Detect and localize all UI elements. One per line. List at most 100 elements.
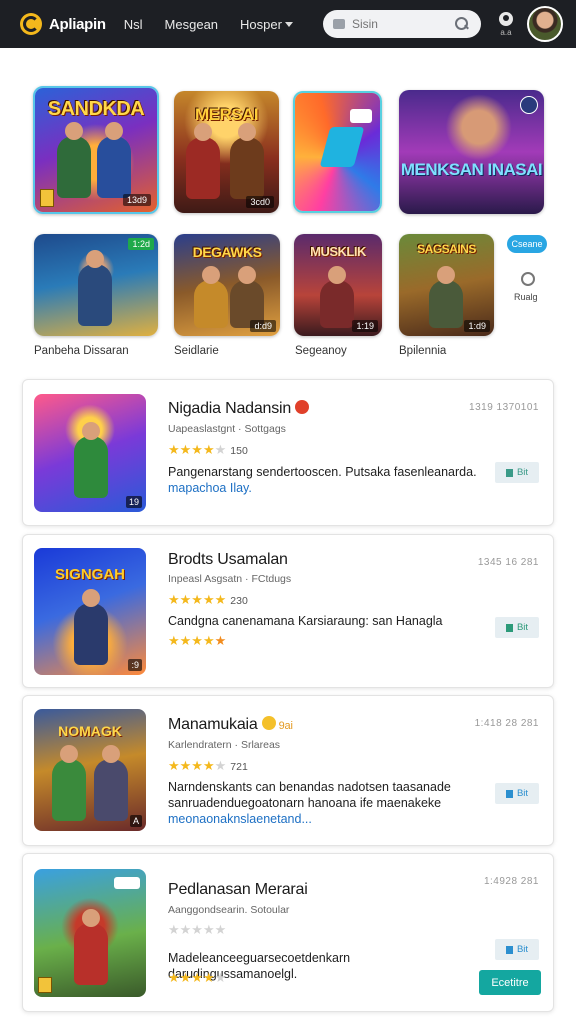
nav-item-2[interactable]: Mesgean xyxy=(165,17,218,32)
game-thumbnail[interactable] xyxy=(34,869,146,997)
thumbnail-title: SIGNGAH xyxy=(54,566,125,583)
search-box[interactable] xyxy=(322,10,481,38)
nav-item-3-dropdown[interactable]: Hosper xyxy=(240,17,293,32)
search-icon[interactable] xyxy=(454,17,469,31)
thumbnail-corner-label: 19 xyxy=(125,496,142,508)
read-more-link[interactable]: mapachoa Ilay. xyxy=(168,481,252,495)
card-date: 1:4928 281 xyxy=(483,876,539,887)
card-title: Manamukaia 9ai xyxy=(168,716,293,733)
user-label: a.a xyxy=(500,27,512,37)
search-category-icon xyxy=(332,19,345,29)
card-description: Candgna canenamana Karsiaraung: san Hana… xyxy=(168,614,443,628)
thumbnail-corner-label: :9 xyxy=(128,659,142,671)
settings-icon[interactable] xyxy=(521,272,535,286)
game-thumbnail[interactable]: 19 xyxy=(34,394,146,512)
install-button[interactable]: Bit xyxy=(495,462,539,483)
list-item[interactable]: SIGNGAH :9 Brodts Usamalan Inpeasl Asgsa… xyxy=(22,534,554,688)
tile-title: SAGSAINS xyxy=(417,242,476,256)
featured-caption-4[interactable]: Bpilennia xyxy=(399,345,446,357)
featured-tile-6[interactable]: DEGAWKS d:d9 xyxy=(174,234,280,336)
install-button[interactable]: Bit xyxy=(495,783,539,804)
hero-figure xyxy=(194,266,228,328)
speech-bubble-icon xyxy=(114,877,140,889)
featured-tile-4[interactable]: MENKSAN INASAI xyxy=(399,90,544,214)
tile-title: MENKSAN INASAI xyxy=(400,160,543,179)
hero-figure xyxy=(78,250,112,326)
side-label: Rualg xyxy=(514,292,538,302)
star-rating: ★★★★★ 230 xyxy=(168,592,248,607)
card-title: Nigadia Nadansin xyxy=(168,400,310,418)
star-rating: ★★★★★ 150 xyxy=(168,442,248,457)
hero-figure xyxy=(429,266,463,328)
tile-title: MUSKLIK xyxy=(310,244,366,259)
list-item[interactable]: NOMAGK A Manamukaia 9ai Karlendratern · S… xyxy=(22,695,554,846)
thumbnail-title: NOMAGK xyxy=(58,723,122,739)
featured-tile-2[interactable]: MERSAI 3cd0 xyxy=(174,91,279,213)
app-name: Apliapin xyxy=(49,15,106,33)
hero-figure xyxy=(186,123,220,199)
featured-tile-7[interactable]: MUSKLIK 1:19 xyxy=(294,234,382,336)
download-icon xyxy=(505,945,513,954)
avatar[interactable] xyxy=(526,6,563,42)
app-logo[interactable]: Apliapin xyxy=(20,13,106,35)
age-rating-badge xyxy=(38,977,52,993)
hero-figure xyxy=(230,123,264,199)
install-button[interactable]: Bit xyxy=(495,939,539,960)
user-icon xyxy=(498,11,513,26)
list-item[interactable]: Pedlanasan Merarai Aanggondsearin. Sotou… xyxy=(22,853,554,1012)
card-title: Pedlanasan Merarai xyxy=(168,881,308,898)
speech-bubble-icon xyxy=(350,109,372,123)
featured-caption-3[interactable]: Segeanoy xyxy=(295,345,347,357)
nav-item-1[interactable]: Nsl xyxy=(124,17,143,32)
card-description: Narndenskants can benandas nadotsen taas… xyxy=(168,780,451,826)
download-icon xyxy=(505,789,513,798)
card-description: Pangenarstang sendertooscen. Putsaka fas… xyxy=(168,465,477,495)
primary-action-button[interactable]: Ecetitre xyxy=(479,970,541,995)
install-button[interactable]: Bit xyxy=(495,617,539,638)
hero-figure xyxy=(52,745,86,821)
featured-caption-1[interactable]: Panbeha Dissaran xyxy=(34,345,129,357)
tile-title: MERSAI xyxy=(194,105,259,124)
hero-figure xyxy=(57,122,91,198)
rating-count: 150 xyxy=(230,445,248,457)
game-thumbnail[interactable]: SIGNGAH :9 xyxy=(34,548,146,675)
hero-figure xyxy=(94,745,128,821)
featured-tile-1[interactable]: SANDKDA 13d9 xyxy=(33,86,159,214)
featured-tile-8[interactable]: SAGSAINS 1:d9 xyxy=(399,234,494,336)
search-input[interactable] xyxy=(351,17,448,31)
list-item[interactable]: 19 Nigadia Nadansin Uapeaslastgnt · Sott… xyxy=(22,379,554,526)
nav-item-3-label: Hosper xyxy=(240,16,282,32)
tile-corner-label: 3cd0 xyxy=(246,196,274,208)
tile-corner-label: 1:d9 xyxy=(464,320,490,332)
emoji-icon xyxy=(261,716,276,730)
card-subtitle: Uapeaslastgnt · Sottgags xyxy=(168,423,286,435)
download-icon xyxy=(505,468,513,477)
chevron-down-icon xyxy=(284,21,293,27)
see-all-button[interactable]: Cseane xyxy=(507,235,547,253)
read-more-link[interactable]: meonaonaknslaenetand... xyxy=(168,812,312,826)
card-date: 1345 16 281 xyxy=(477,557,539,568)
download-icon xyxy=(505,623,513,632)
star-rating-empty: ★★★★★ xyxy=(168,922,227,937)
tile-corner-label: 1:2d xyxy=(128,238,154,250)
star-rating: ★★★★★ xyxy=(168,970,227,985)
rating-count: 230 xyxy=(230,595,248,607)
user-menu[interactable]: a.a xyxy=(498,11,513,37)
featured-tile-3[interactable] xyxy=(293,91,382,213)
logo-icon xyxy=(20,13,42,35)
hero-figure xyxy=(74,909,108,985)
top-bar: Apliapin Nsl Mesgean Hosper a.a xyxy=(0,0,576,48)
card-title: Brodts Usamalan xyxy=(168,551,288,568)
age-rating-badge xyxy=(40,189,54,207)
tile-corner-label: d:d9 xyxy=(250,320,276,332)
rating-count: 721 xyxy=(230,761,248,773)
game-thumbnail[interactable]: NOMAGK A xyxy=(34,709,146,831)
card-date: 1:418 28 281 xyxy=(474,718,539,729)
hero-figure xyxy=(97,122,131,198)
tile-corner-label: 13d9 xyxy=(122,194,151,206)
tile-corner-label: 1:19 xyxy=(352,320,378,332)
featured-tile-5[interactable]: 1:2d xyxy=(34,234,158,336)
card-subtitle: Aanggondsearin. Sotoular xyxy=(168,904,290,916)
hero-figure xyxy=(74,589,108,665)
featured-caption-2[interactable]: Seidlarie xyxy=(174,345,219,357)
